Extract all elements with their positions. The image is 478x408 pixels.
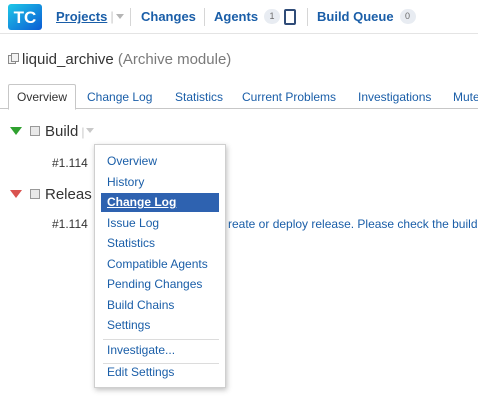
build-config-icon: [30, 188, 40, 199]
nav-separator: [130, 8, 131, 26]
nav-build-queue[interactable]: Build Queue 0: [317, 0, 416, 34]
build-config-build: Build |: [10, 123, 95, 141]
collapse-arrow-icon[interactable]: [10, 189, 22, 198]
menu-item-compatible-agents[interactable]: Compatible Agents: [101, 255, 219, 274]
tab-change-log[interactable]: Change Log: [87, 88, 152, 109]
build-config-name[interactable]: Releas: [45, 186, 92, 203]
menu-divider: [103, 339, 219, 340]
tab-overview[interactable]: Overview: [8, 84, 77, 110]
menu-item-history[interactable]: History: [101, 173, 219, 192]
nav-projects[interactable]: Projects |: [56, 0, 124, 34]
tab-statistics[interactable]: Statistics: [175, 88, 223, 109]
build-number[interactable]: #1.114: [52, 217, 88, 231]
module-icon: [8, 53, 19, 64]
nav-separator: [307, 8, 308, 26]
build-config-release: Releas: [10, 186, 92, 204]
teamcity-logo-icon[interactable]: TC: [8, 4, 42, 30]
nav-changes[interactable]: Changes: [141, 0, 196, 34]
menu-item-investigate[interactable]: Investigate...: [101, 341, 219, 360]
menu-item-pending-changes[interactable]: Pending Changes: [101, 275, 219, 294]
nav-build-queue-label[interactable]: Build Queue: [317, 9, 394, 24]
build-status-message[interactable]: reate or deploy release. Please check th…: [228, 217, 478, 231]
project-subtitle: (Archive module): [117, 51, 232, 68]
menu-item-settings[interactable]: Settings: [101, 316, 219, 335]
logo-text: TC: [14, 8, 37, 27]
build-config-name[interactable]: Build: [45, 123, 78, 140]
build-number[interactable]: #1.114: [52, 156, 88, 170]
divider: |: [81, 124, 85, 139]
page-title: liquid_archive (Archive module): [8, 51, 231, 68]
menu-item-statistics[interactable]: Statistics: [101, 234, 219, 253]
build-config-menu: Overview History Change Log Issue Log St…: [94, 144, 226, 388]
build-config-icon: [30, 125, 40, 136]
queue-count-badge: 0: [399, 9, 416, 25]
project-name: liquid_archive: [22, 51, 114, 68]
nav-agents[interactable]: Agents 1: [214, 0, 297, 34]
nav-separator: [204, 8, 205, 26]
nav-changes-label[interactable]: Changes: [141, 9, 196, 24]
chevron-down-icon[interactable]: [86, 128, 95, 133]
nav-divider: |: [110, 9, 114, 24]
tab-bar: Overview Change Log Statistics Current P…: [0, 84, 478, 110]
top-nav: TC Projects | Changes Agents 1 Build Queue…: [0, 0, 478, 34]
tab-investigations[interactable]: Investigations: [358, 88, 431, 109]
menu-item-edit-settings[interactable]: Edit Settings: [101, 363, 219, 382]
tab-mute[interactable]: Mute: [453, 88, 478, 109]
menu-item-overview[interactable]: Overview: [101, 152, 219, 171]
menu-item-build-chains[interactable]: Build Chains: [101, 296, 219, 315]
collapse-arrow-icon[interactable]: [10, 126, 22, 135]
agent-status-icon[interactable]: [284, 8, 297, 25]
menu-item-issue-log[interactable]: Issue Log: [101, 214, 219, 233]
nav-agents-label[interactable]: Agents: [214, 9, 258, 24]
menu-item-change-log[interactable]: Change Log: [101, 193, 219, 212]
agents-count-badge: 1: [264, 9, 281, 25]
nav-projects-label[interactable]: Projects: [56, 9, 107, 24]
tab-current-problems[interactable]: Current Problems: [242, 88, 336, 109]
chevron-down-icon[interactable]: [115, 14, 124, 20]
